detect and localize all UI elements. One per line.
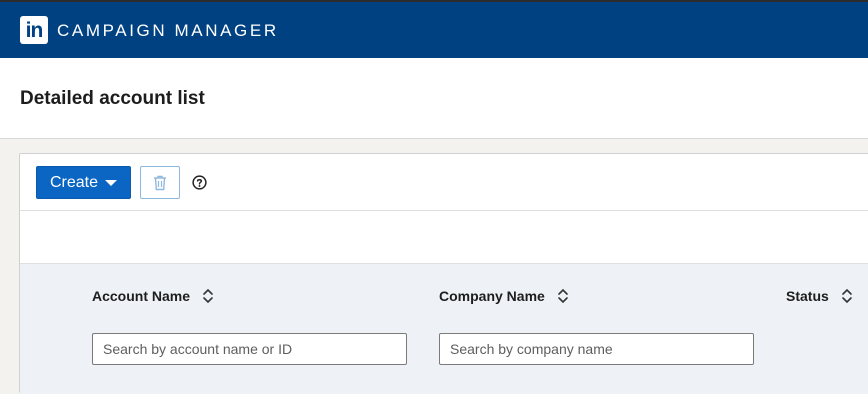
summary-row [20, 211, 868, 264]
sort-icon[interactable] [557, 288, 569, 304]
sort-icon[interactable] [202, 288, 214, 304]
top-navigation-bar: in CAMPAIGN MANAGER [0, 0, 868, 58]
trash-icon [154, 175, 166, 190]
question-circle-icon[interactable] [192, 175, 207, 190]
column-label: Account Name [92, 288, 191, 304]
create-button-label: Create [49, 173, 99, 191]
page-header: Detailed account list [0, 58, 868, 139]
column-label: Status [786, 288, 829, 304]
page-title: Detailed account list [20, 88, 205, 109]
create-button[interactable]: Create [36, 166, 131, 199]
app-title: CAMPAIGN MANAGER [57, 21, 279, 40]
sort-icon[interactable] [841, 288, 853, 304]
linkedin-logo[interactable]: in [20, 16, 48, 44]
company-search-input[interactable] [439, 333, 754, 365]
account-search-input[interactable] [92, 333, 407, 365]
account-list-panel: Create Account Name Company Name Status … [19, 153, 868, 394]
toolbar: Create [20, 154, 868, 211]
caret-down-icon [105, 180, 118, 186]
column-header-company-name[interactable]: Company Name [439, 288, 569, 304]
column-header-account-name[interactable]: Account Name [92, 288, 214, 304]
delete-button[interactable] [140, 166, 180, 199]
column-label: Company Name [439, 288, 545, 304]
column-header-status[interactable]: Status [786, 288, 853, 304]
